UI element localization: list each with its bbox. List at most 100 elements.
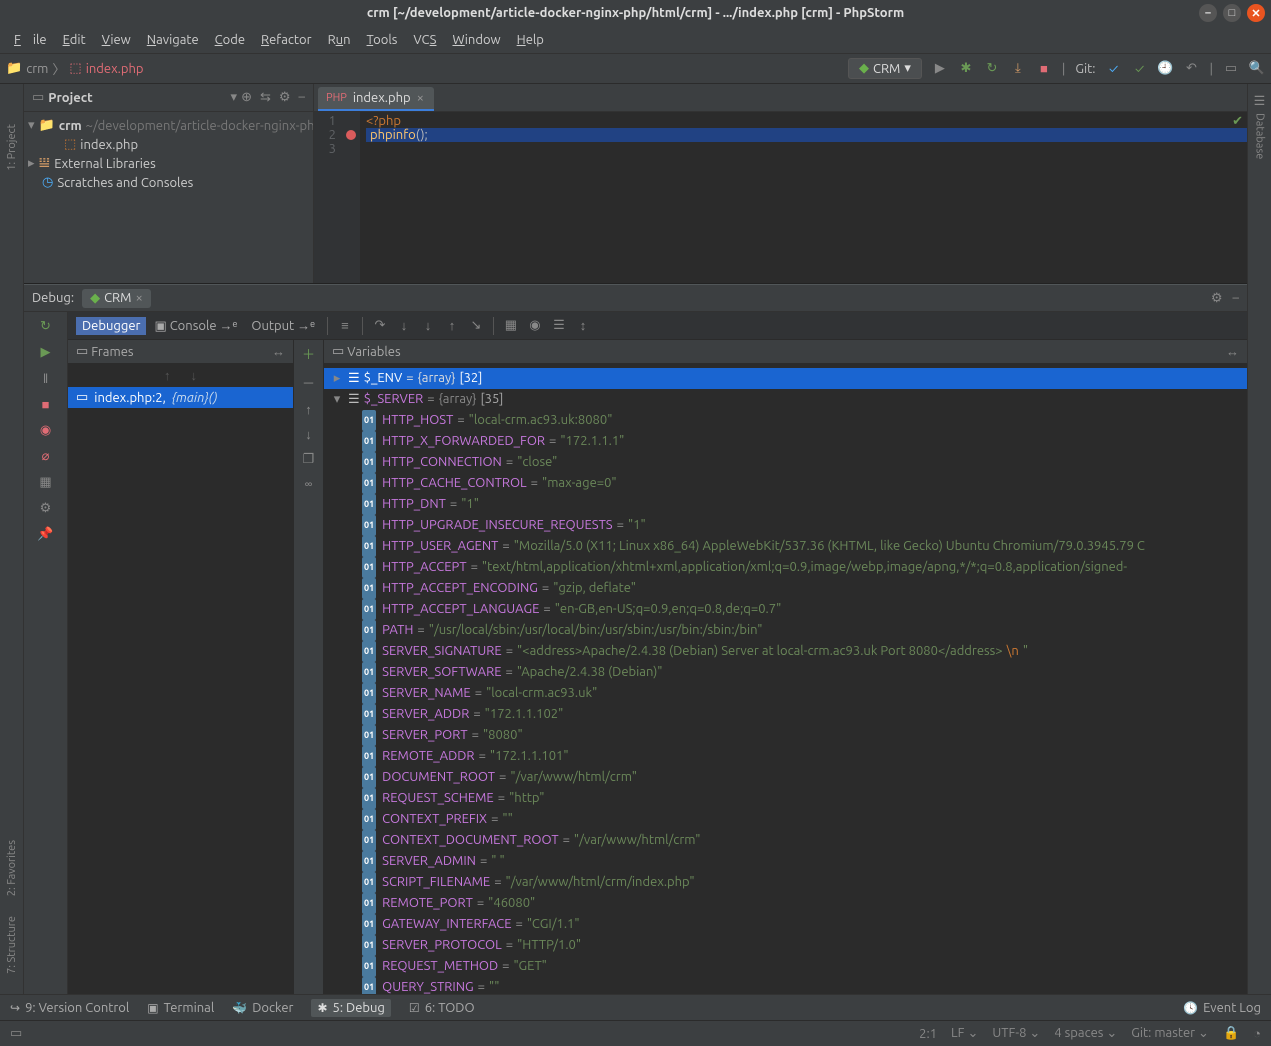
sort-icon[interactable]: ☰ bbox=[548, 315, 570, 337]
rerun-icon[interactable]: ↻ bbox=[38, 318, 54, 334]
bottom-debug[interactable]: ✱ 5: Debug bbox=[311, 999, 390, 1017]
up-icon[interactable]: ↑ bbox=[305, 402, 312, 417]
add-watch-icon[interactable]: ＋ bbox=[302, 344, 315, 363]
stop-icon[interactable]: ■ bbox=[38, 396, 54, 412]
var-entry[interactable]: 01REQUEST_SCHEME = "http" bbox=[324, 788, 1247, 809]
tab-console[interactable]: ▣ Console →ᵉ bbox=[148, 316, 243, 336]
var-entry[interactable]: 01HTTP_ACCEPT_LANGUAGE = "en-GB,en-US;q=… bbox=[324, 599, 1247, 620]
status-readonly-icon[interactable]: 🔒 bbox=[1223, 1026, 1239, 1041]
close-button[interactable]: ✕ bbox=[1247, 4, 1265, 22]
var-entry[interactable]: 01SERVER_PROTOCOL = "HTTP/1.0" bbox=[324, 935, 1247, 956]
var-entry[interactable]: 01HTTP_USER_AGENT = "Mozilla/5.0 (X11; L… bbox=[324, 536, 1247, 557]
run-button[interactable]: ▶ bbox=[932, 61, 948, 77]
status-enc[interactable]: UTF-8 ⌄ bbox=[992, 1026, 1040, 1041]
var-entry[interactable]: 01PATH = "/usr/local/sbin:/usr/local/bin… bbox=[324, 620, 1247, 641]
run-config-selector[interactable]: ◆ CRM ▾ bbox=[848, 58, 922, 79]
step-out-icon[interactable]: ↑ bbox=[441, 315, 463, 337]
var-entry[interactable]: 01HTTP_UPGRADE_INSECURE_REQUESTS = "1" bbox=[324, 515, 1247, 536]
var-entry[interactable]: 01SERVER_NAME = "local-crm.ac93.uk" bbox=[324, 683, 1247, 704]
var-entry[interactable]: 01HTTP_HOST = "local-crm.ac93.uk:8080" bbox=[324, 410, 1247, 431]
view-breakpoints-icon[interactable]: ◉ bbox=[38, 422, 54, 438]
run-to-cursor-icon[interactable]: ↘ bbox=[465, 315, 487, 337]
step-over-icon[interactable]: ↷ bbox=[369, 315, 391, 337]
chevron-down-icon[interactable]: ▾ bbox=[231, 90, 238, 105]
frames-restore-icon[interactable]: ↔ bbox=[272, 344, 285, 359]
status-le[interactable]: LF ⌄ bbox=[951, 1026, 978, 1041]
git-commit-icon[interactable]: ✓ bbox=[1132, 61, 1148, 77]
remove-watch-icon[interactable]: － bbox=[302, 373, 315, 392]
sidebar-favorites[interactable]: 2: Favorites bbox=[6, 840, 18, 896]
next-frame-icon[interactable]: ↓ bbox=[191, 368, 198, 383]
pin-icon[interactable]: 📌 bbox=[38, 526, 54, 542]
stack-frame[interactable]: ▭ index.php:2, {main}() bbox=[68, 387, 293, 408]
var-entry[interactable]: 01REMOTE_ADDR = "172.1.1.101" bbox=[324, 746, 1247, 767]
var-entry[interactable]: 01HTTP_DNT = "1" bbox=[324, 494, 1247, 515]
var-entry[interactable]: 01HTTP_CACHE_CONTROL = "max-age=0" bbox=[324, 473, 1247, 494]
status-memory-icon[interactable]: ◔ bbox=[1253, 1026, 1261, 1041]
sidebar-database[interactable]: Database bbox=[1254, 113, 1266, 159]
bottom-vcs[interactable]: ↪ 9: Version Control bbox=[10, 1001, 129, 1015]
git-history-icon[interactable]: 🕘 bbox=[1158, 61, 1174, 77]
minimize-button[interactable]: – bbox=[1199, 4, 1217, 22]
var-server[interactable]: ▾☰ $_SERVER = {array} [35] bbox=[324, 389, 1247, 410]
var-entry[interactable]: 01SERVER_ADMIN = " " bbox=[324, 851, 1247, 872]
prev-frame-icon[interactable]: ↑ bbox=[164, 368, 171, 383]
var-entry[interactable]: 01SERVER_SOFTWARE = "Apache/2.4.38 (Debi… bbox=[324, 662, 1247, 683]
locate-icon[interactable]: ⊕ bbox=[241, 90, 252, 105]
tab-debugger[interactable]: Debugger bbox=[76, 317, 146, 335]
git-update-icon[interactable]: ✓ bbox=[1106, 61, 1122, 77]
down-icon[interactable]: ↓ bbox=[305, 427, 312, 442]
breadcrumb-file[interactable]: index.php bbox=[86, 62, 144, 76]
status-indent[interactable]: 4 spaces ⌄ bbox=[1054, 1026, 1117, 1041]
tree-root[interactable]: ▾📁 crm ~/development/article-docker-ngin… bbox=[24, 116, 313, 135]
breakpoint-icon[interactable] bbox=[346, 130, 356, 140]
bottom-todo[interactable]: ☑ 6: TODO bbox=[409, 1001, 475, 1015]
bottom-eventlog[interactable]: 🕓 Event Log bbox=[1183, 1001, 1261, 1015]
layout-icon[interactable]: ▦ bbox=[38, 474, 54, 490]
var-entry[interactable]: 01CONTEXT_DOCUMENT_ROOT = "/var/www/html… bbox=[324, 830, 1247, 851]
filter-icon[interactable]: ↕ bbox=[572, 315, 594, 337]
link-icon[interactable]: ∞ bbox=[305, 477, 313, 491]
tree-external[interactable]: ▸𝍎 External Libraries bbox=[24, 154, 313, 173]
menu-window[interactable]: Window bbox=[446, 31, 506, 49]
trace-icon[interactable]: ◉ bbox=[524, 315, 546, 337]
var-entry[interactable]: 01GATEWAY_INTERFACE = "CGI/1.1" bbox=[324, 914, 1247, 935]
menu-help[interactable]: Help bbox=[511, 31, 550, 49]
breadcrumb-root[interactable]: crm bbox=[26, 62, 48, 76]
var-entry[interactable]: 01SERVER_SIGNATURE = "<address>Apache/2.… bbox=[324, 641, 1247, 662]
tree-file-index[interactable]: ⬚ index.php bbox=[24, 135, 313, 154]
var-entry[interactable]: 01DOCUMENT_ROOT = "/var/www/html/crm" bbox=[324, 767, 1247, 788]
menu-view[interactable]: View bbox=[96, 31, 137, 49]
settings-icon[interactable]: ⚙ bbox=[38, 500, 54, 516]
var-entry[interactable]: 01HTTP_ACCEPT = "text/html,application/x… bbox=[324, 557, 1247, 578]
mute-breakpoints-icon[interactable]: ⌀ bbox=[38, 448, 54, 464]
bottom-docker[interactable]: 🐳 Docker bbox=[232, 1001, 293, 1015]
gear-icon[interactable]: ⚙ bbox=[1211, 291, 1223, 306]
menu-refactor[interactable]: Refactor bbox=[255, 31, 318, 49]
evaluate-icon[interactable]: ▦ bbox=[500, 315, 522, 337]
show-execution-point-icon[interactable]: ≡ bbox=[334, 315, 356, 337]
close-icon[interactable]: × bbox=[135, 291, 142, 305]
var-entry[interactable]: 01HTTP_ACCEPT_ENCODING = "gzip, deflate" bbox=[324, 578, 1247, 599]
var-env[interactable]: ▸☰ $_ENV = {array} [32] bbox=[324, 368, 1247, 389]
ide-settings-icon[interactable]: ▭ bbox=[1223, 61, 1239, 77]
close-icon[interactable]: × bbox=[417, 91, 424, 105]
debug-config-tab[interactable]: ◆ CRM × bbox=[82, 289, 151, 308]
git-revert-icon[interactable]: ↶ bbox=[1184, 61, 1200, 77]
collapse-icon[interactable]: ⇆ bbox=[260, 90, 271, 105]
copy-icon[interactable]: ❐ bbox=[303, 452, 315, 467]
status-pos[interactable]: 2:1 bbox=[919, 1027, 937, 1041]
menu-code[interactable]: Code bbox=[209, 31, 251, 49]
pause-icon[interactable]: ‖ bbox=[38, 370, 54, 386]
editor-tab-index[interactable]: PHP index.php × bbox=[318, 87, 434, 111]
var-entry[interactable]: 01REMOTE_PORT = "46080" bbox=[324, 893, 1247, 914]
menu-run[interactable]: Run bbox=[322, 31, 357, 49]
debug-button[interactable]: ✱ bbox=[958, 61, 974, 77]
var-entry[interactable]: 01HTTP_CONNECTION = "close" bbox=[324, 452, 1247, 473]
menu-navigate[interactable]: Navigate bbox=[141, 31, 205, 49]
hide-icon[interactable]: – bbox=[299, 90, 305, 105]
force-step-into-icon[interactable]: ↓ bbox=[417, 315, 439, 337]
database-icon[interactable]: ☰ bbox=[1254, 94, 1266, 109]
search-icon[interactable]: 🔍 bbox=[1249, 61, 1265, 77]
resume-icon[interactable]: ▶ bbox=[38, 344, 54, 360]
